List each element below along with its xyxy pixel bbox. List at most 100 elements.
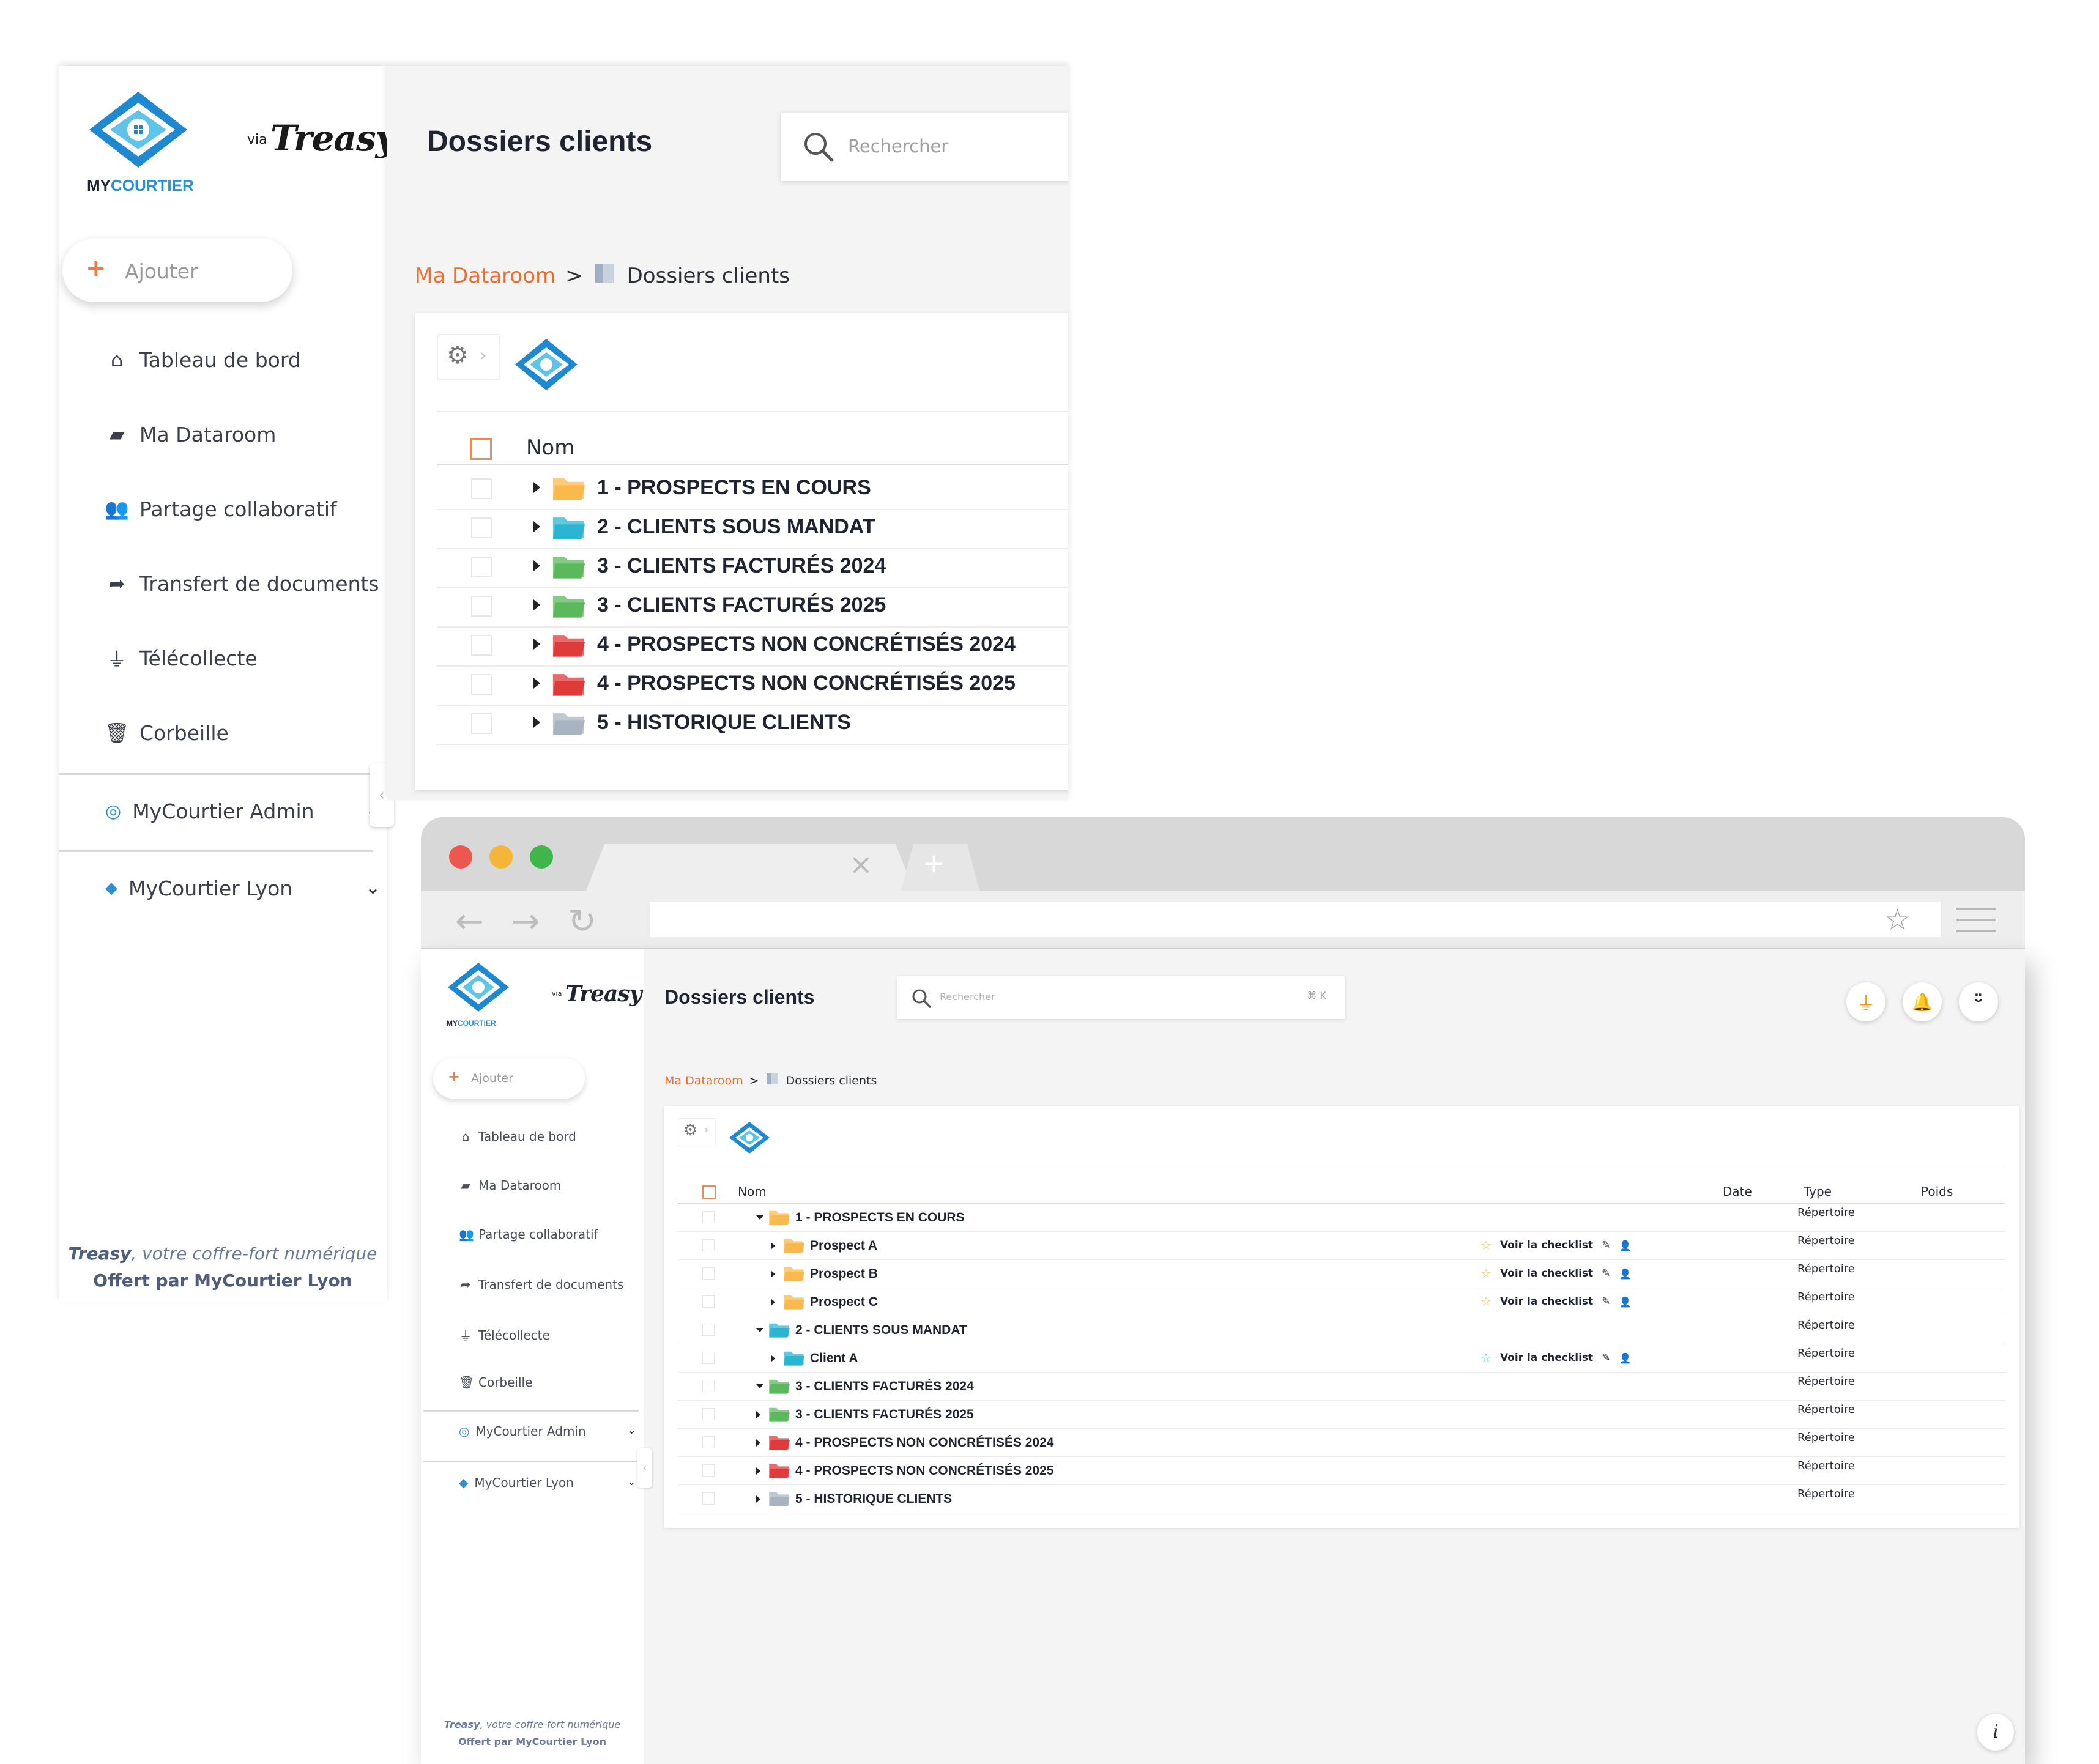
forward-icon[interactable]: → bbox=[511, 902, 540, 941]
back-icon[interactable]: ← bbox=[455, 902, 484, 941]
expand-caret-icon[interactable] bbox=[771, 1270, 775, 1278]
search-input[interactable]: Rechercher bbox=[781, 113, 1068, 181]
table-row[interactable]: Prospect A Répertoire ☆ Voir la checklist ✎ 👤 bbox=[678, 1232, 2005, 1260]
star-icon[interactable]: ☆ bbox=[1480, 1351, 1492, 1365]
org-mycourtier-admin[interactable]: ◎ MyCourtier Admin ⌄ bbox=[105, 793, 381, 829]
collapse-caret-icon[interactable] bbox=[756, 1384, 763, 1388]
expand-caret-icon[interactable] bbox=[533, 521, 540, 532]
expand-caret-icon[interactable] bbox=[771, 1355, 775, 1362]
table-row[interactable]: 2 - CLIENTS SOUS MANDAT bbox=[437, 506, 1068, 549]
table-row[interactable]: 3 - CLIENTS FACTURÉS 2025 Répertoire bbox=[678, 1401, 2005, 1429]
sidebar-item-trash[interactable]: 🗑 Corbeille bbox=[459, 1375, 532, 1390]
sidebar-item-dataroom[interactable]: ▰ Ma Dataroom bbox=[459, 1178, 561, 1193]
table-row[interactable]: 4 - PROSPECTS NON CONCRÉTISÉS 2024 bbox=[437, 624, 1068, 667]
star-icon[interactable]: ☆ bbox=[1480, 1266, 1492, 1281]
expand-caret-icon[interactable] bbox=[533, 599, 540, 610]
row-checkbox[interactable] bbox=[471, 713, 492, 734]
checklist-link[interactable]: Voir la checklist bbox=[1500, 1295, 1593, 1308]
expand-caret-icon[interactable] bbox=[533, 482, 540, 493]
settings-button[interactable]: ⚙ › bbox=[678, 1118, 716, 1146]
expand-caret-icon[interactable] bbox=[756, 1439, 760, 1447]
bookmark-star-icon[interactable]: ☆ bbox=[1884, 903, 1911, 937]
sidebar-item-trash[interactable]: 🗑 Corbeille bbox=[105, 714, 229, 751]
table-row[interactable]: Prospect C Répertoire ☆ Voir la checklist ✎ 👤 bbox=[678, 1288, 2005, 1316]
sidebar-item-dataroom[interactable]: ▰ Ma Dataroom bbox=[105, 416, 277, 453]
table-row[interactable]: 3 - CLIENTS FACTURÉS 2024 Répertoire bbox=[678, 1373, 2005, 1401]
column-header-date[interactable]: Date bbox=[1723, 1184, 1752, 1199]
expand-caret-icon[interactable] bbox=[756, 1467, 760, 1475]
expand-caret-icon[interactable] bbox=[756, 1495, 760, 1503]
row-checkbox[interactable] bbox=[702, 1324, 715, 1336]
table-row[interactable]: 3 - CLIENTS FACTURÉS 2025 bbox=[437, 585, 1068, 628]
row-checkbox[interactable] bbox=[702, 1464, 715, 1477]
sidebar-item-sharing[interactable]: 👥 Partage collaboratif bbox=[459, 1227, 598, 1242]
settings-button[interactable]: ⚙ › bbox=[437, 334, 500, 380]
close-window-button[interactable] bbox=[449, 845, 472, 869]
row-checkbox[interactable] bbox=[702, 1267, 715, 1280]
checklist-link[interactable]: Voir la checklist bbox=[1500, 1239, 1593, 1251]
sidebar-item-sharing[interactable]: 👥 Partage collaboratif bbox=[105, 491, 337, 527]
edit-icon[interactable]: ✎ bbox=[1602, 1267, 1610, 1280]
select-all-checkbox[interactable] bbox=[702, 1185, 716, 1199]
expand-caret-icon[interactable] bbox=[533, 717, 540, 728]
assign-user-icon[interactable]: 👤 bbox=[1619, 1296, 1631, 1308]
notifications-button[interactable]: 🔔 bbox=[1903, 982, 1942, 1021]
breadcrumb-home-link[interactable]: Ma Dataroom bbox=[664, 1074, 743, 1088]
edit-icon[interactable]: ✎ bbox=[1602, 1352, 1610, 1364]
minimize-window-button[interactable] bbox=[489, 845, 513, 869]
table-row[interactable]: 4 - PROSPECTS NON CONCRÉTISÉS 2025 bbox=[437, 663, 1068, 706]
row-checkbox[interactable] bbox=[471, 557, 492, 577]
column-header-size[interactable]: Poids bbox=[1921, 1184, 1953, 1199]
sidebar-item-dashboard[interactable]: ⌂ Tableau de bord bbox=[105, 341, 301, 378]
column-header-type[interactable]: Type bbox=[1804, 1184, 1832, 1199]
checklist-link[interactable]: Voir la checklist bbox=[1500, 1352, 1593, 1364]
sidebar-item-telecollecte[interactable]: ⏚ Télécollecte bbox=[459, 1326, 550, 1344]
column-header-name[interactable]: Nom bbox=[526, 435, 574, 460]
sidebar-item-telecollecte[interactable]: ⏚ Télécollecte bbox=[105, 640, 258, 676]
telecollecte-button[interactable]: ⏚ bbox=[1846, 982, 1885, 1021]
search-input[interactable]: Rechercher ⌘ K bbox=[897, 976, 1345, 1019]
org-mycourtier-lyon[interactable]: ◆ MyCourtier Lyon ⌄ bbox=[105, 870, 381, 906]
row-checkbox[interactable] bbox=[702, 1352, 715, 1364]
collapse-caret-icon[interactable] bbox=[756, 1328, 763, 1332]
add-button[interactable]: + Ajouter bbox=[433, 1058, 585, 1099]
close-tab-icon[interactable]: × bbox=[849, 848, 873, 881]
chevron-down-icon[interactable]: ⌄ bbox=[627, 1475, 636, 1488]
sidebar-item-dashboard[interactable]: ⌂ Tableau de bord bbox=[459, 1129, 576, 1144]
select-all-checkbox[interactable] bbox=[470, 438, 492, 460]
maximize-window-button[interactable] bbox=[530, 845, 553, 869]
edit-icon[interactable]: ✎ bbox=[1602, 1295, 1610, 1308]
reload-icon[interactable]: ↻ bbox=[568, 902, 596, 941]
table-row[interactable]: Prospect B Répertoire ☆ Voir la checklist ✎ 👤 bbox=[678, 1260, 2005, 1288]
row-checkbox[interactable] bbox=[702, 1436, 715, 1448]
table-row[interactable]: Client A Répertoire ☆ Voir la checklist ✎ 👤 bbox=[678, 1344, 2005, 1373]
row-checkbox[interactable] bbox=[471, 674, 492, 695]
table-row[interactable]: 3 - CLIENTS FACTURÉS 2024 bbox=[437, 546, 1068, 588]
address-bar[interactable] bbox=[650, 902, 1941, 937]
row-checkbox[interactable] bbox=[702, 1380, 715, 1392]
assign-user-icon[interactable]: 👤 bbox=[1619, 1240, 1631, 1251]
assign-user-icon[interactable]: 👤 bbox=[1619, 1268, 1631, 1280]
sidebar-item-transfer[interactable]: ➦ Transfert de documents bbox=[105, 565, 379, 602]
chevron-down-icon[interactable]: ⌄ bbox=[365, 877, 381, 899]
row-checkbox[interactable] bbox=[702, 1492, 715, 1505]
table-row[interactable]: 1 - PROSPECTS EN COURS Répertoire bbox=[678, 1204, 2005, 1232]
org-mycourtier-admin[interactable]: ◎ MyCourtier Admin ⌄ bbox=[459, 1424, 636, 1439]
table-row[interactable]: 5 - HISTORIQUE CLIENTS bbox=[437, 702, 1068, 745]
collapse-caret-icon[interactable] bbox=[756, 1215, 763, 1220]
row-checkbox[interactable] bbox=[702, 1408, 715, 1420]
info-button[interactable]: i bbox=[1977, 1714, 2014, 1751]
user-menu-button[interactable]: ᵕ̈ bbox=[1959, 982, 1998, 1021]
assign-user-icon[interactable]: 👤 bbox=[1619, 1352, 1631, 1364]
expand-caret-icon[interactable] bbox=[533, 639, 540, 650]
row-checkbox[interactable] bbox=[471, 517, 492, 538]
row-checkbox[interactable] bbox=[471, 596, 492, 617]
checklist-link[interactable]: Voir la checklist bbox=[1500, 1267, 1593, 1280]
row-checkbox[interactable] bbox=[702, 1239, 715, 1251]
table-row[interactable]: 1 - PROSPECTS EN COURS bbox=[437, 467, 1068, 510]
browser-menu-icon[interactable] bbox=[1956, 908, 1996, 941]
table-row[interactable]: 2 - CLIENTS SOUS MANDAT Répertoire bbox=[678, 1316, 2005, 1344]
chevron-down-icon[interactable]: ⌄ bbox=[627, 1424, 636, 1437]
star-icon[interactable]: ☆ bbox=[1480, 1294, 1492, 1309]
org-mycourtier-lyon[interactable]: ◆ MyCourtier Lyon ⌄ bbox=[459, 1475, 636, 1490]
